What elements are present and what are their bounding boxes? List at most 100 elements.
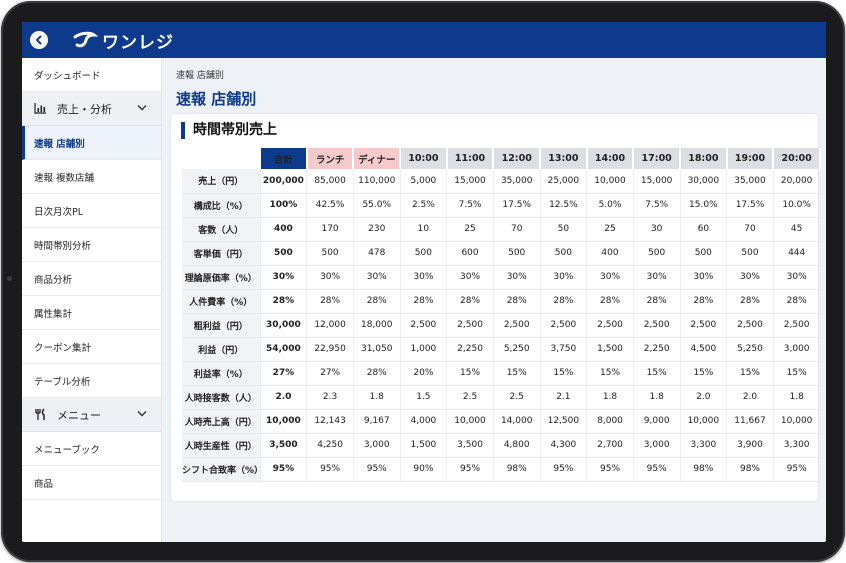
table-row: 利益率（%） 27% 27% 28% 20% 15% 15% 15% 15% 15% 15% 15% 1…: [182, 361, 821, 386]
sidebar-group-sales[interactable]: 売上・分析: [22, 92, 161, 126]
back-button[interactable]: [30, 31, 48, 49]
fork-knife-icon: [35, 408, 45, 420]
app-logo: ワンレジ: [72, 28, 174, 53]
table-cell: 28%: [400, 289, 448, 314]
table-cell: 95%: [540, 457, 588, 482]
table-cell: 30%: [773, 265, 821, 290]
table-cell: 1.8: [353, 385, 401, 410]
table-cell: 15%: [540, 361, 588, 386]
table-row: 人時生産性（円） 3,500 4,250 3,000 1,500 3,500 4,800 4,…: [182, 433, 821, 458]
table-cell: 2,500: [493, 313, 541, 338]
table-cell: 15%: [493, 361, 541, 386]
table-cell: 15%: [773, 361, 821, 386]
row-label: 客数（人）: [182, 217, 261, 242]
table-cell: 2.5: [446, 385, 494, 410]
column-header-hour: 20:00: [773, 148, 821, 169]
table-cell: 10,000: [446, 409, 494, 434]
table-row: 客数（人） 400 170 230 10 25 70 50 25 30 60 70 45: [182, 217, 821, 242]
table-cell: 15,000: [446, 169, 494, 194]
table-cell-total: 400: [260, 217, 308, 242]
table-cell: 30%: [680, 265, 728, 290]
table-cell: 3,300: [773, 433, 821, 458]
table-cell: 30%: [306, 265, 354, 290]
table-cell: 31,050: [353, 337, 401, 362]
table-cell: 230: [353, 217, 401, 242]
sidebar-item-dashboard[interactable]: ダッシュボード: [22, 58, 161, 92]
table-cell: 3,500: [446, 433, 494, 458]
table-cell: 25: [446, 217, 494, 242]
sidebar-item-pl[interactable]: 日次月次PL: [22, 194, 161, 228]
tablet-frame: ワンレジ ダッシュボード 売上・分析 速報 店舗別 速報 複数店舗 日次月次PL: [1, 1, 845, 562]
table-cell: 15%: [726, 361, 774, 386]
table-cell: 11,667: [726, 409, 774, 434]
table-cell: 98%: [680, 457, 728, 482]
column-header-hour: 17:00: [633, 148, 681, 169]
sidebar-item-menubook[interactable]: メニューブック: [22, 432, 161, 466]
table-cell: 4,800: [493, 433, 541, 458]
table-cell-total: 28%: [260, 289, 308, 314]
table-cell: 28%: [353, 361, 401, 386]
sidebar-group-menu[interactable]: メニュー: [22, 398, 161, 432]
row-label: 人件費率（%）: [182, 289, 261, 314]
table-cell: 110,000: [353, 169, 401, 194]
table-row: 人件費率（%） 28% 28% 28% 28% 28% 28% 28% 28% 28% 28% 28%…: [182, 289, 821, 314]
table-cell: 30,000: [680, 169, 728, 194]
row-label: 売上（円）: [182, 169, 261, 194]
column-header-hour: 12:00: [493, 148, 542, 169]
table-cell: 30%: [400, 265, 448, 290]
column-header-hour: 19:00: [726, 148, 775, 169]
sidebar-item-coupon[interactable]: クーポン集計: [22, 330, 161, 364]
table-cell: 500: [540, 241, 588, 266]
table-cell: 1.8: [633, 385, 681, 410]
hourly-sales-card: 時間帯別売上 合計 ランチ ディナー 10:00 11:00 12:00 13:…: [171, 114, 821, 501]
table-cell: 8,000: [586, 409, 634, 434]
row-label: シフト合致率（%）: [182, 457, 261, 482]
table-cell: 7.5%: [633, 193, 681, 218]
table-cell: 3,750: [540, 337, 588, 362]
table-cell: 95%: [773, 457, 821, 482]
table-cell: 30%: [446, 265, 494, 290]
sidebar-item-sokuho-multi[interactable]: 速報 複数店舗: [22, 160, 161, 194]
table-cell: 4,000: [400, 409, 448, 434]
table-cell: 27%: [306, 361, 354, 386]
sidebar-group-sales-label: 売上・分析: [57, 102, 112, 116]
table-cell-total: 500: [260, 241, 308, 266]
sidebar-item-sokuho-store[interactable]: 速報 店舗別: [22, 126, 161, 160]
table-cell: 2,500: [446, 313, 494, 338]
table-cell: 17.5%: [726, 193, 774, 218]
sidebar-item-hourly[interactable]: 時間帯別分析: [22, 228, 161, 262]
table-cell: 2.0: [680, 385, 728, 410]
table-cell-total: 27%: [260, 361, 308, 386]
table-row: 売上（円） 200,000 85,000 110,000 5,000 15,000 35,0…: [182, 169, 821, 194]
table-cell: 500: [306, 241, 354, 266]
table-cell: 2,500: [726, 313, 774, 338]
table-cell: 4,300: [540, 433, 588, 458]
column-header-total: 合計: [260, 148, 308, 169]
table-row: 人時売上高（円） 10,000 12,143 9,167 4,000 10,000 14,0…: [182, 409, 821, 434]
chevron-down-icon: [137, 411, 147, 417]
sidebar-group-menu-label: メニュー: [57, 408, 101, 422]
table-cell: 98%: [493, 457, 541, 482]
table-cell: 28%: [493, 289, 541, 314]
table-cell: 5.0%: [586, 193, 634, 218]
table-cell-total: 30%: [260, 265, 308, 290]
row-label: 粗利益（円）: [182, 313, 261, 338]
chevron-left-icon: [36, 35, 42, 45]
table-cell: 3,300: [680, 433, 728, 458]
table-cell: 9,000: [633, 409, 681, 434]
card-title: 時間帯別売上: [181, 122, 277, 139]
table-row: 構成比（%） 100% 42.5% 55.0% 2.5% 7.5% 17.5% 12.5% 5.…: [182, 193, 821, 218]
table-cell: 10,000: [586, 169, 634, 194]
sidebar-item-table-analysis[interactable]: テーブル分析: [22, 364, 161, 398]
table-cell: 25: [586, 217, 634, 242]
column-header-hour: 10:00: [400, 148, 448, 169]
table-cell: 28%: [540, 289, 588, 314]
table-cell: 30%: [540, 265, 588, 290]
table-cell: 4,250: [306, 433, 354, 458]
sidebar-item-products[interactable]: 商品: [22, 466, 161, 500]
sidebar-item-attributes[interactable]: 属性集計: [22, 296, 161, 330]
table-cell: 25,000: [540, 169, 588, 194]
table-cell: 12,500: [540, 409, 588, 434]
sidebar-item-product-analysis[interactable]: 商品分析: [22, 262, 161, 296]
table-cell: 12,143: [306, 409, 354, 434]
